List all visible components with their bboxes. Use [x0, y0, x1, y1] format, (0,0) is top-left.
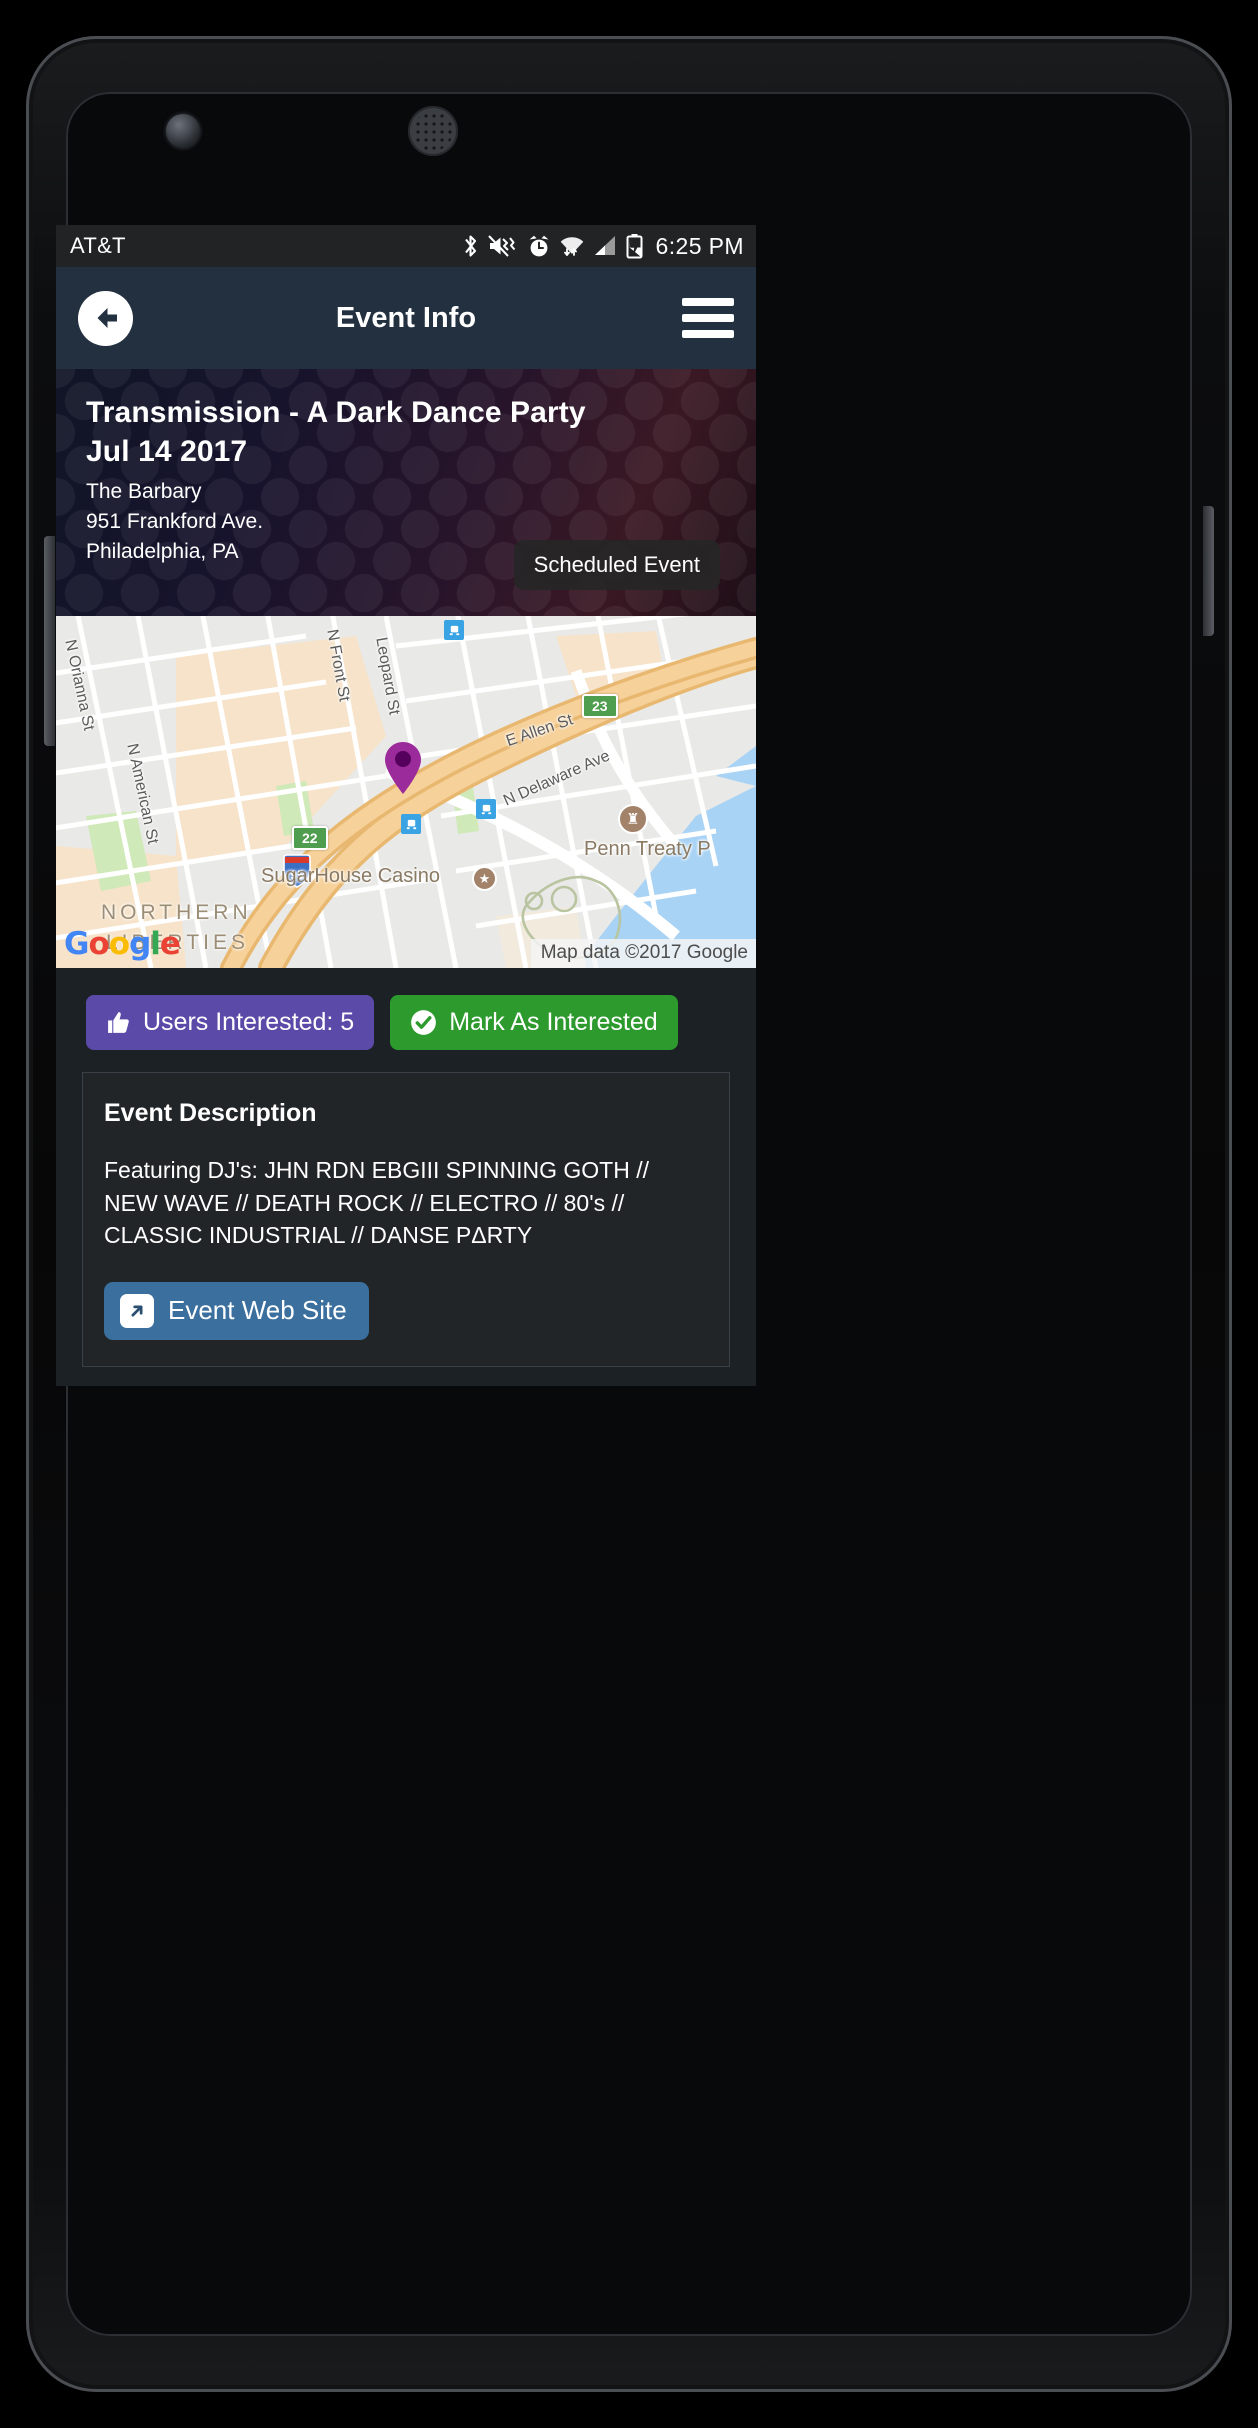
wifi-icon: [560, 237, 583, 256]
park-poi-icon: ♜: [618, 804, 648, 834]
google-logo-letter: e: [159, 926, 181, 962]
google-logo: Google: [64, 926, 181, 962]
map-poi-label: SugarHouse Casino: [261, 865, 440, 887]
volume-mute-vibrate-icon: [487, 235, 515, 257]
casino-poi-icon: ★: [472, 866, 497, 891]
map-neighborhood-label: NORTHERN: [101, 901, 252, 924]
power-button[interactable]: [1203, 506, 1214, 636]
menu-bar-3: [682, 330, 734, 338]
app-bar: Event Info: [56, 267, 756, 369]
event-location-map[interactable]: N Orianna St N American St N Front St Le…: [56, 616, 756, 968]
transit-station-icon: [444, 620, 464, 640]
clock-label: 6:25 PM: [655, 232, 744, 259]
google-logo-letter: l: [150, 926, 161, 962]
action-button-row: Users Interested: 5 Mark As Interested: [56, 968, 756, 1072]
transit-station-icon: [476, 799, 496, 819]
highway-shield-23: 23: [582, 694, 618, 718]
location-pin-marker[interactable]: [383, 740, 423, 796]
event-venue: The Barbary: [86, 480, 202, 504]
carrier-label: AT&T: [70, 233, 126, 258]
google-logo-letter: o: [108, 926, 130, 962]
bluetooth-icon: [464, 235, 476, 257]
google-logo-letter: o: [88, 926, 109, 962]
mark-interested-label: Mark As Interested: [449, 1008, 658, 1036]
alarm-icon: [529, 235, 549, 256]
external-link-icon: [120, 1293, 154, 1328]
users-interested-label: Users Interested: 5: [143, 1008, 355, 1036]
event-description-card: Event Description Featuring DJ's: JHN RD…: [82, 1072, 730, 1367]
status-bar: AT&T 6:25 PM: [56, 225, 756, 267]
map-attribution: Map data ©2017 Google: [530, 939, 756, 968]
event-website-label: Event Web Site: [168, 1295, 347, 1326]
google-logo-letter: g: [129, 926, 151, 962]
menu-bar-1: [682, 298, 734, 306]
mark-interested-button[interactable]: Mark As Interested: [390, 995, 678, 1050]
check-circle-icon: [411, 1010, 437, 1035]
event-body: Users Interested: 5 Mark As Interested E…: [56, 968, 756, 1377]
phone-screen: AT&T 6:25 PM Event Info Transmission - A…: [56, 225, 756, 1386]
users-interested-button[interactable]: Users Interested: 5: [86, 995, 375, 1050]
page-title: Event Info: [335, 301, 477, 334]
volume-button[interactable]: [44, 536, 55, 746]
battery-charging-icon: [626, 234, 643, 259]
status-badge: Scheduled Event: [513, 540, 720, 590]
cellular-signal-icon: [594, 236, 615, 255]
front-camera-icon: [166, 114, 200, 148]
event-title: Transmission - A Dark Dance Party: [86, 396, 586, 429]
event-date: Jul 14 2017: [86, 434, 248, 468]
google-logo-letter: G: [64, 926, 89, 962]
transit-station-icon: [401, 814, 421, 834]
back-arrow-icon: [97, 308, 117, 328]
map-poi-label: Penn Treaty P: [584, 838, 711, 860]
event-hero-banner: Transmission - A Dark Dance Party Jul 14…: [56, 369, 756, 616]
description-text: Featuring DJ's: JHN RDN EBGIII SPINNING …: [104, 1157, 649, 1249]
event-website-button[interactable]: Event Web Site: [104, 1281, 369, 1340]
highway-shield-22: 22: [292, 826, 328, 850]
hamburger-menu-icon[interactable]: [682, 298, 734, 338]
event-address-line-1: 951 Frankford Ave.: [86, 510, 264, 533]
event-hero-content: Transmission - A Dark Dance Party Jul 14…: [56, 369, 756, 567]
back-button[interactable]: [78, 290, 133, 346]
earpiece-speaker-icon: [408, 106, 458, 156]
description-title: Event Description: [104, 1099, 317, 1127]
thumbs-up-icon: [108, 1012, 129, 1033]
menu-bar-2: [682, 314, 734, 322]
status-icons: 6:25 PM: [462, 233, 744, 260]
